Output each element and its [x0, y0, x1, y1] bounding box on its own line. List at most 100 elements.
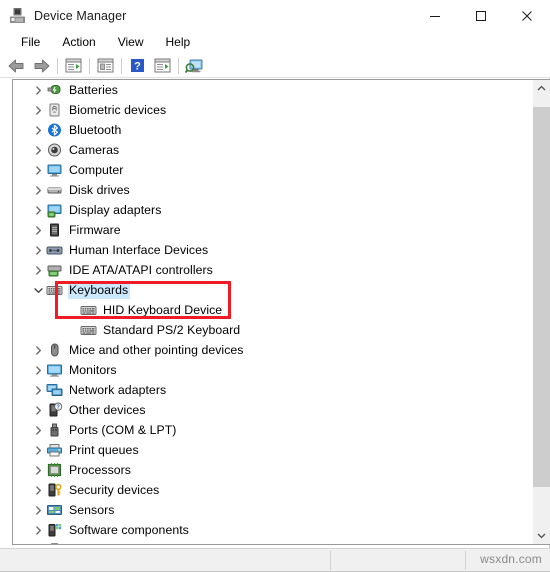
- chevron-right-icon[interactable]: [31, 220, 46, 240]
- chevron-right-icon[interactable]: [31, 80, 46, 100]
- maximize-button[interactable]: [458, 0, 504, 31]
- network-adapter-icon: [46, 382, 63, 398]
- status-divider: [465, 551, 466, 570]
- chevron-right-icon[interactable]: [31, 540, 46, 544]
- scroll-up-icon[interactable]: [533, 80, 550, 97]
- chevron-right-icon[interactable]: [31, 420, 46, 440]
- tree-child-item[interactable]: Standard PS/2 Keyboard: [13, 320, 517, 340]
- processor-icon: [46, 462, 63, 478]
- chevron-right-icon[interactable]: [31, 140, 46, 160]
- tree-item-label: Security devices: [69, 483, 160, 497]
- tree-item-label: Processors: [69, 463, 132, 477]
- tree-node[interactable]: Bluetooth: [13, 120, 517, 140]
- chevron-right-icon[interactable]: [31, 160, 46, 180]
- tree-node[interactable]: Security devices: [13, 480, 517, 500]
- scroll-down-icon[interactable]: [533, 527, 550, 544]
- chevron-right-icon[interactable]: [31, 400, 46, 420]
- tree-item-label: Batteries: [69, 83, 118, 97]
- chevron-right-icon[interactable]: [31, 440, 46, 460]
- chevron-right-icon[interactable]: [31, 120, 46, 140]
- back-arrow-icon[interactable]: [4, 55, 29, 77]
- tree-node[interactable]: Mice and other pointing devices: [13, 340, 517, 360]
- tree-node[interactable]: Keyboards: [13, 280, 517, 300]
- hid-icon: [46, 242, 63, 258]
- minimize-button[interactable]: [412, 0, 458, 31]
- tree-node[interactable]: Cameras: [13, 140, 517, 160]
- tree-item-label: Cameras: [69, 143, 120, 157]
- ide-controller-icon: [46, 262, 63, 278]
- chevron-right-icon[interactable]: [31, 180, 46, 200]
- tree-node[interactable]: Processors: [13, 460, 517, 480]
- update-driver-icon[interactable]: [150, 55, 175, 77]
- tree-item-label: HID Keyboard Device: [103, 303, 223, 317]
- chevron-right-icon[interactable]: [31, 480, 46, 500]
- window-title: Device Manager: [34, 8, 127, 23]
- chevron-right-icon[interactable]: [31, 260, 46, 280]
- chevron-right-icon[interactable]: [31, 360, 46, 380]
- toolbar-separator: [57, 57, 58, 74]
- other-device-icon: ?: [46, 402, 63, 418]
- tree-node[interactable]: Software components: [13, 520, 517, 540]
- chevron-right-icon[interactable]: [31, 500, 46, 520]
- tree-node[interactable]: Monitors: [13, 360, 517, 380]
- tree-node[interactable]: Sensors: [13, 500, 517, 520]
- tree-node[interactable]: IDE ATA/ATAPI controllers: [13, 260, 517, 280]
- tree-node[interactable]: Network adapters: [13, 380, 517, 400]
- properties-icon[interactable]: [93, 55, 118, 77]
- tree-node[interactable]: Firmware: [13, 220, 517, 240]
- tree-node[interactable]: Computer: [13, 160, 517, 180]
- tree-item-label: Software components: [69, 523, 189, 537]
- tree-item-label: Ports (COM & LPT): [69, 423, 177, 437]
- tree-item-label: Standard PS/2 Keyboard: [103, 323, 241, 337]
- tree-node[interactable]: Software devices: [13, 540, 517, 544]
- menu-action[interactable]: Action: [51, 33, 106, 52]
- fingerprint-icon: [46, 102, 63, 118]
- chevron-right-icon[interactable]: [31, 240, 46, 260]
- chevron-right-icon[interactable]: [31, 340, 46, 360]
- software-component-icon: [46, 522, 63, 538]
- tree-item-label: Sensors: [69, 503, 115, 517]
- menu-view[interactable]: View: [107, 33, 155, 52]
- help-icon[interactable]: ?: [125, 55, 150, 77]
- chevron-right-icon[interactable]: [31, 520, 46, 540]
- menu-help[interactable]: Help: [155, 33, 202, 52]
- scan-for-hardware-changes-icon[interactable]: [182, 55, 207, 77]
- tree-child-item[interactable]: HID Keyboard Device: [13, 300, 517, 320]
- tree-item-label: Other devices: [69, 403, 146, 417]
- sensor-icon: [46, 502, 63, 518]
- svg-text:?: ?: [57, 405, 60, 411]
- tree-node[interactable]: Ports (COM & LPT): [13, 420, 517, 440]
- monitor-icon: [46, 362, 63, 378]
- chevron-right-icon[interactable]: [31, 100, 46, 120]
- close-button[interactable]: [504, 0, 550, 31]
- scrollbar-thumb[interactable]: [533, 107, 550, 487]
- tree-node[interactable]: Display adapters: [13, 200, 517, 220]
- toolbar-separator: [121, 57, 122, 74]
- tree-node[interactable]: ? Other devices: [13, 400, 517, 420]
- tree-item-label: Disk drives: [69, 183, 130, 197]
- vertical-scrollbar[interactable]: [533, 79, 550, 545]
- tree-item-label: Human Interface Devices: [69, 243, 209, 257]
- chevron-right-icon[interactable]: [31, 200, 46, 220]
- tree-item-label: Mice and other pointing devices: [69, 343, 244, 357]
- tree-item-label: Firmware: [69, 223, 121, 237]
- tree-node[interactable]: Batteries: [13, 80, 517, 100]
- keyboard-icon: [80, 302, 97, 318]
- camera-icon: [46, 142, 63, 158]
- printer-icon: [46, 442, 63, 458]
- tree-node[interactable]: Human Interface Devices: [13, 240, 517, 260]
- no-chevron: [65, 320, 80, 340]
- chevron-right-icon[interactable]: [31, 460, 46, 480]
- chevron-right-icon[interactable]: [31, 380, 46, 400]
- tree-item-label: Software devices: [68, 541, 165, 544]
- chevron-down-icon[interactable]: [31, 280, 46, 300]
- tree-node[interactable]: Disk drives: [13, 180, 517, 200]
- forward-arrow-icon[interactable]: [29, 55, 54, 77]
- toolbar: ?: [0, 54, 550, 78]
- menu-file[interactable]: File: [10, 33, 51, 52]
- tree-node[interactable]: Biometric devices: [13, 100, 517, 120]
- device-tree-panel[interactable]: Batteries Biometric devices Bluetooth Camer…: [12, 79, 533, 545]
- show-hide-console-tree-icon[interactable]: [61, 55, 86, 77]
- tree-node[interactable]: Print queues: [13, 440, 517, 460]
- bluetooth-icon: [46, 122, 63, 138]
